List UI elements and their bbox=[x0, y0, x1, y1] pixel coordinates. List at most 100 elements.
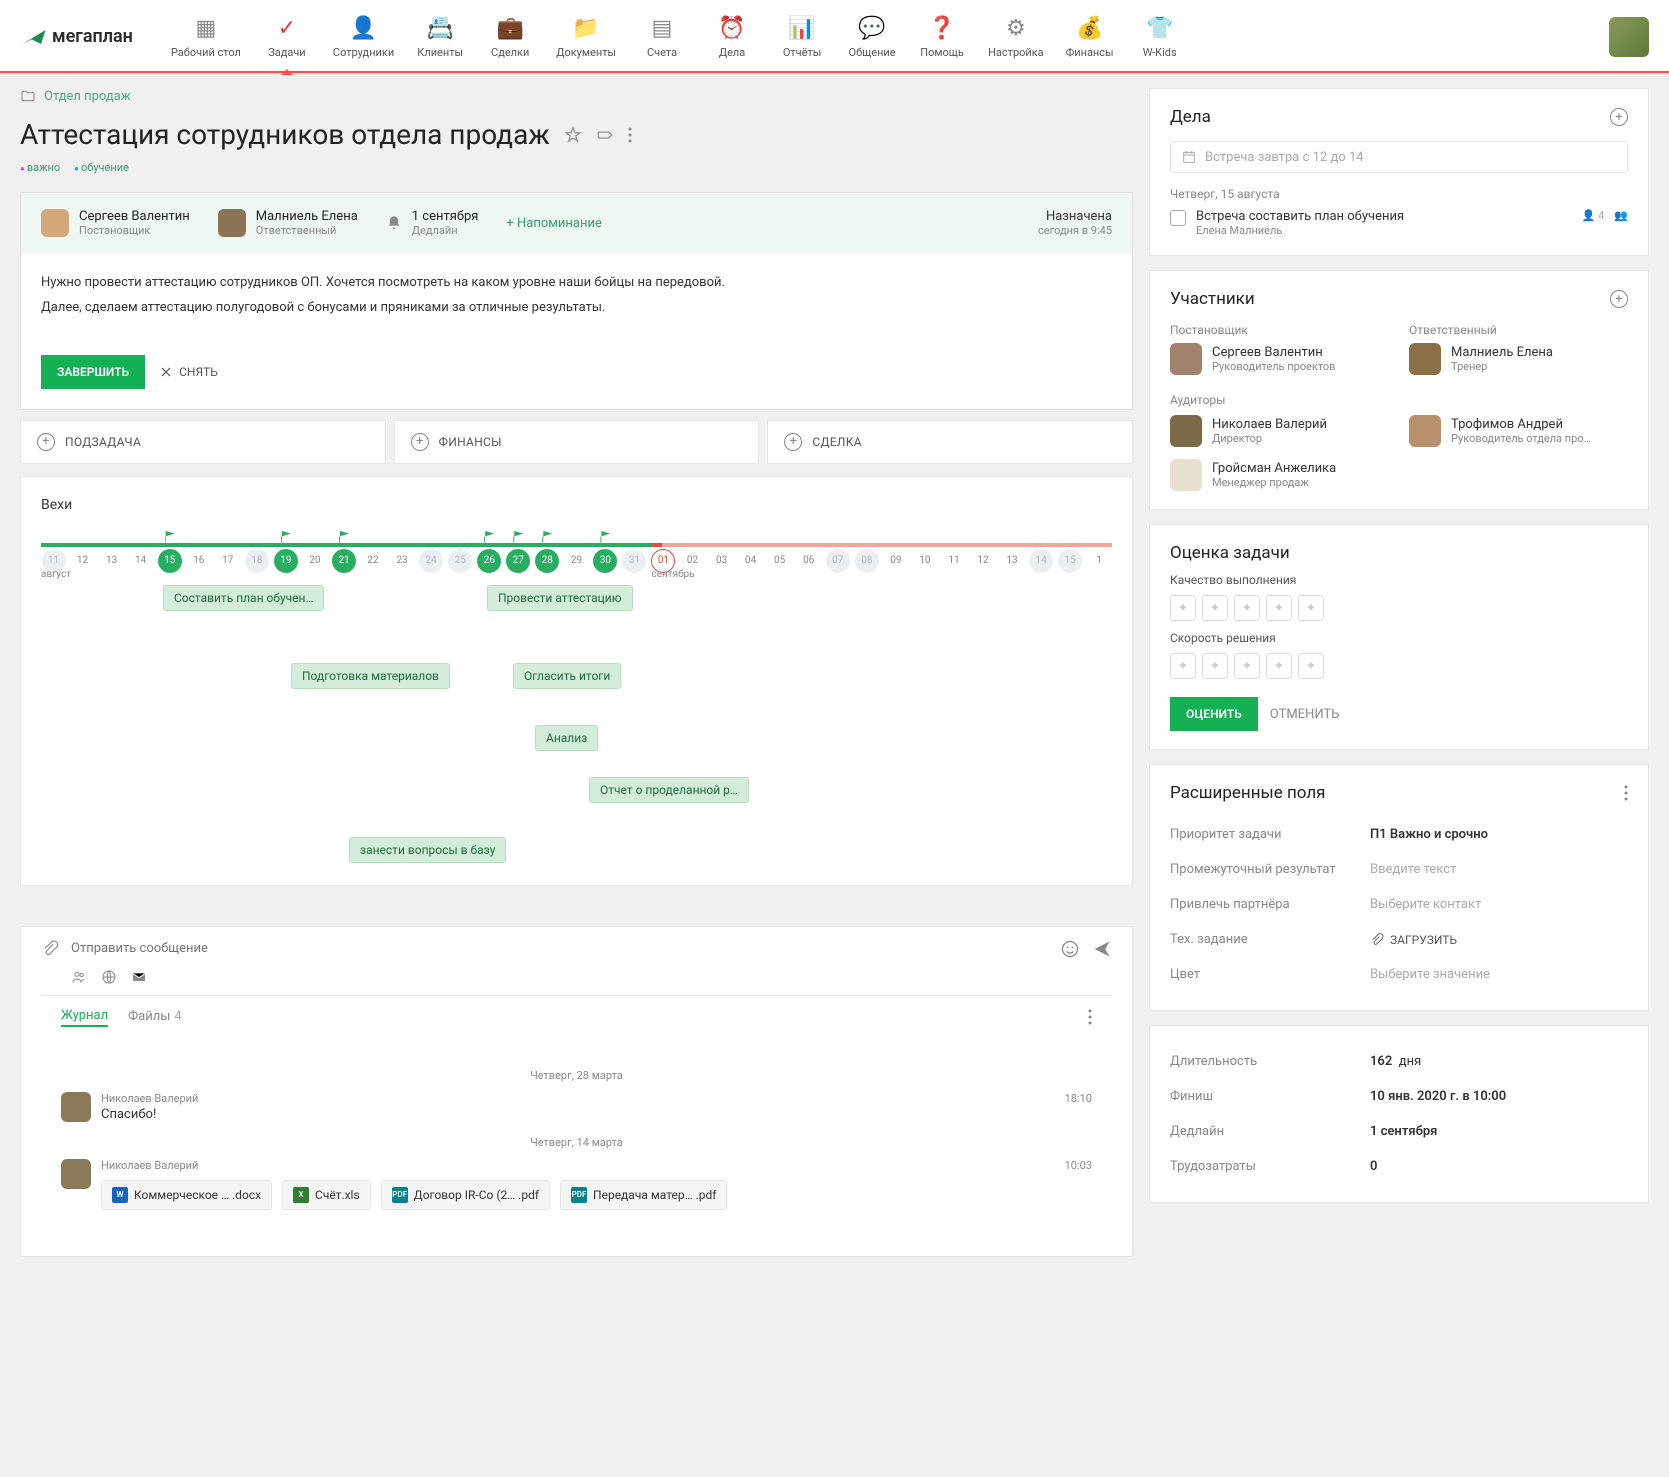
more-icon[interactable] bbox=[1624, 785, 1628, 801]
tab-files[interactable]: Файлы4 bbox=[128, 1009, 182, 1026]
cancel-rating-button[interactable]: ОТМЕНИТЬ bbox=[1270, 697, 1340, 731]
timeline-day[interactable]: 1 bbox=[1087, 549, 1111, 573]
nav-item-8[interactable]: 📊Отчёты bbox=[770, 10, 834, 63]
timeline-day[interactable]: 29 bbox=[564, 549, 588, 573]
add-participant-button[interactable]: + bbox=[1610, 290, 1628, 308]
tab-journal[interactable]: Журнал bbox=[61, 1008, 108, 1027]
timeline-day[interactable]: 23 bbox=[390, 549, 414, 573]
rating-star[interactable]: ✦ bbox=[1202, 595, 1228, 621]
timeline-day[interactable]: 18 bbox=[245, 549, 269, 573]
timeline-day[interactable]: 11 bbox=[942, 549, 966, 573]
people-icon[interactable] bbox=[71, 969, 87, 985]
timeline-day[interactable]: 15 bbox=[1058, 549, 1082, 573]
attach-icon[interactable] bbox=[41, 940, 59, 958]
add-reminder[interactable]: + Напоминание bbox=[506, 216, 601, 231]
timeline-day[interactable]: 13 bbox=[1000, 549, 1024, 573]
timeline-day[interactable]: 08 bbox=[855, 549, 879, 573]
upload-button[interactable]: ЗАГРУЗИТЬ bbox=[1370, 932, 1457, 947]
milestone-label[interactable]: Огласить итоги bbox=[513, 663, 621, 689]
user-avatar[interactable] bbox=[1609, 17, 1649, 57]
timeline-day[interactable]: 30 bbox=[593, 549, 617, 573]
timeline-day[interactable]: 22 bbox=[361, 549, 385, 573]
file-chip[interactable]: XСчёт.xls bbox=[282, 1180, 371, 1210]
todo-input[interactable]: Встреча завтра с 12 до 14 bbox=[1170, 141, 1628, 173]
rating-star[interactable]: ✦ bbox=[1298, 653, 1324, 679]
tag-icon[interactable] bbox=[596, 126, 614, 144]
milestone-label[interactable]: Анализ bbox=[535, 725, 598, 751]
add-todo-button[interactable]: + bbox=[1610, 108, 1628, 126]
timeline-day[interactable]: 09 bbox=[884, 549, 908, 573]
rating-star[interactable]: ✦ bbox=[1170, 653, 1196, 679]
cancel-button[interactable]: СНЯТЬ bbox=[159, 355, 218, 389]
send-icon[interactable] bbox=[1092, 939, 1112, 959]
milestone-label[interactable]: Подготовка материалов bbox=[291, 663, 450, 689]
more-icon[interactable] bbox=[1088, 1009, 1092, 1025]
timeline-day[interactable]: 12 bbox=[71, 549, 95, 573]
nav-item-10[interactable]: ❓Помощь bbox=[910, 10, 974, 63]
timeline-day[interactable]: 03 bbox=[710, 549, 734, 573]
participant[interactable]: Николаев ВалерийДиректор bbox=[1170, 415, 1389, 447]
timeline-day[interactable]: 14 bbox=[129, 549, 153, 573]
checkbox[interactable] bbox=[1170, 210, 1186, 226]
rating-star[interactable]: ✦ bbox=[1266, 653, 1292, 679]
rating-star[interactable]: ✦ bbox=[1202, 653, 1228, 679]
tag[interactable]: важно bbox=[20, 161, 60, 174]
timeline-day[interactable]: 25 bbox=[448, 549, 472, 573]
timeline-day[interactable]: 13 bbox=[100, 549, 124, 573]
nav-item-4[interactable]: 💼Сделки bbox=[478, 10, 542, 63]
timeline-day[interactable]: 14 bbox=[1029, 549, 1053, 573]
timeline-day[interactable]: 21 bbox=[332, 549, 356, 573]
timeline-day[interactable]: 10 bbox=[913, 549, 937, 573]
timeline-day[interactable]: 04 bbox=[739, 549, 763, 573]
breadcrumb[interactable]: Отдел продаж bbox=[20, 88, 1133, 104]
globe-icon[interactable] bbox=[101, 969, 117, 985]
participant[interactable]: Сергеев ВалентинРуководитель проектов bbox=[1170, 343, 1389, 375]
nav-item-9[interactable]: 💬Общение bbox=[840, 10, 904, 63]
mail-icon[interactable] bbox=[131, 969, 147, 985]
nav-item-1[interactable]: ✓Задачи bbox=[255, 10, 319, 63]
more-icon[interactable] bbox=[628, 126, 632, 144]
star-icon[interactable] bbox=[564, 126, 582, 144]
nav-item-6[interactable]: ▤Счета bbox=[630, 10, 694, 63]
timeline-day[interactable]: 16 bbox=[187, 549, 211, 573]
timeline-day[interactable]: 07 bbox=[826, 549, 850, 573]
timeline-day[interactable]: 17 bbox=[216, 549, 240, 573]
todo-item[interactable]: Встреча составить план обучения Елена Ма… bbox=[1170, 209, 1628, 237]
participant[interactable]: Малниель ЕленаТренер bbox=[1409, 343, 1628, 375]
timeline-day[interactable]: 05 bbox=[768, 549, 792, 573]
rating-star[interactable]: ✦ bbox=[1234, 653, 1260, 679]
sub-action[interactable]: +СДЕЛКА bbox=[767, 420, 1133, 464]
complete-button[interactable]: ЗАВЕРШИТЬ bbox=[41, 355, 145, 389]
file-chip[interactable]: PDFПередача матер… .pdf bbox=[560, 1180, 727, 1210]
timeline-day[interactable]: 15 bbox=[158, 549, 182, 573]
nav-item-5[interactable]: 📁Документы bbox=[548, 10, 624, 63]
file-chip[interactable]: PDFДоговор IR-Co (2… .pdf bbox=[381, 1180, 550, 1210]
nav-item-7[interactable]: ⏰Дела bbox=[700, 10, 764, 63]
nav-item-3[interactable]: 📇Клиенты bbox=[408, 10, 472, 63]
sub-action[interactable]: +ПОДЗАДАЧА bbox=[20, 420, 386, 464]
participant[interactable]: Гройсман АнжеликаМенеджер продаж bbox=[1170, 459, 1399, 491]
logo[interactable]: мегаплан bbox=[20, 23, 133, 51]
timeline-day[interactable]: 06 bbox=[797, 549, 821, 573]
milestone-label[interactable]: Отчет о проделанной р… bbox=[589, 777, 749, 803]
rating-star[interactable]: ✦ bbox=[1298, 595, 1324, 621]
emoji-icon[interactable] bbox=[1060, 939, 1080, 959]
assigner[interactable]: Сергеев Валентин Постановщик bbox=[41, 209, 190, 237]
timeline-day[interactable]: 24 bbox=[419, 549, 443, 573]
nav-item-12[interactable]: 💰Финансы bbox=[1058, 10, 1122, 63]
message-input[interactable] bbox=[71, 941, 1048, 956]
timeline-day[interactable]: 26 bbox=[477, 549, 501, 573]
timeline-day[interactable]: 27 bbox=[506, 549, 530, 573]
rating-star[interactable]: ✦ bbox=[1170, 595, 1196, 621]
timeline-day[interactable]: 28 bbox=[535, 549, 559, 573]
milestone-label[interactable]: занести вопросы в базу bbox=[349, 837, 506, 863]
tag[interactable]: обучение bbox=[74, 161, 129, 174]
file-chip[interactable]: WКоммерческое … .docx bbox=[101, 1180, 272, 1210]
rating-star[interactable]: ✦ bbox=[1234, 595, 1260, 621]
timeline-day[interactable]: 20 bbox=[303, 549, 327, 573]
timeline-day[interactable]: 19 bbox=[274, 549, 298, 573]
milestone-label[interactable]: Провести аттестацию bbox=[487, 585, 633, 611]
nav-item-13[interactable]: 👕W-Kids bbox=[1128, 10, 1192, 63]
responsible[interactable]: Малниель Елена Ответственный bbox=[218, 209, 358, 237]
nav-item-0[interactable]: ▦Рабочий стол bbox=[163, 10, 249, 63]
